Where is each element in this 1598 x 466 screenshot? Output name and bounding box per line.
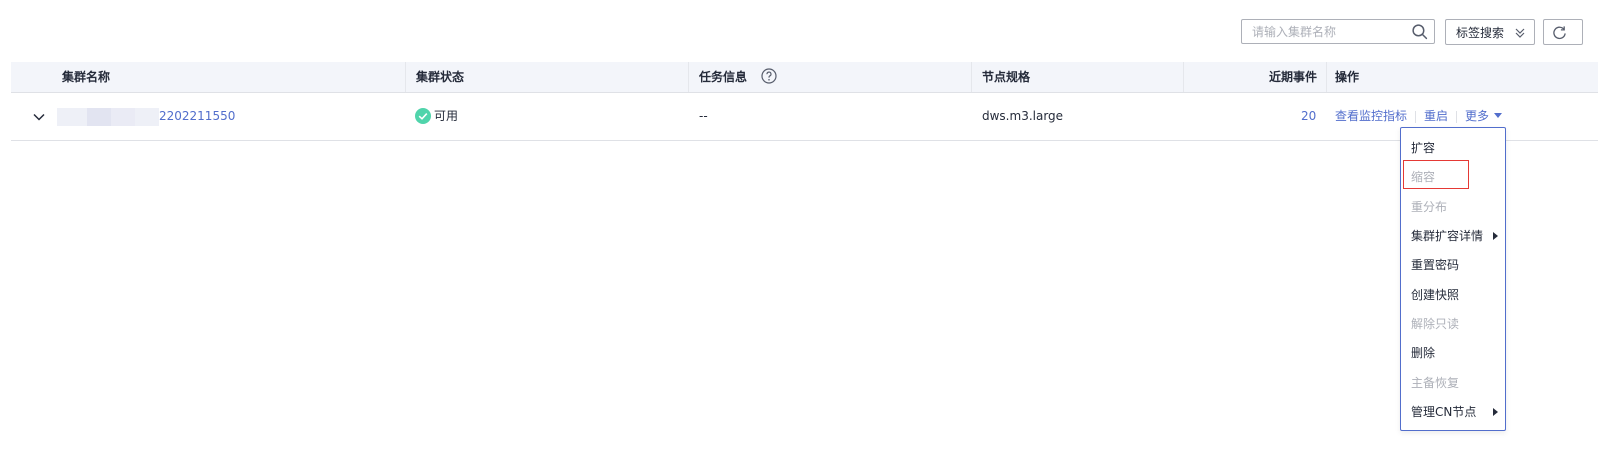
caret-down-icon [1494, 113, 1503, 118]
menu-item-label: 管理CN节点 [1411, 405, 1477, 419]
refresh-icon [1553, 26, 1566, 40]
tag-search-label: 标签搜索 [1456, 25, 1505, 40]
menu-item-scale-out-details[interactable]: 集群扩容详情 [1411, 225, 1498, 247]
col-recent-events: 近期事件 [1269, 70, 1318, 84]
menu-item-redistribute[interactable]: 重分布 [1411, 196, 1447, 218]
restart-link[interactable]: 重启 [1424, 109, 1448, 123]
menu-item-reset-password[interactable]: 重置密码 [1411, 254, 1459, 276]
highlight-annotation-box [1403, 160, 1469, 189]
menu-item-primary-standby-recovery[interactable]: 主备恢复 [1411, 372, 1459, 394]
help-icon[interactable] [761, 68, 777, 84]
check-circle-icon [415, 108, 431, 124]
view-monitor-link[interactable]: 查看监控指标 [1335, 109, 1407, 123]
col-cluster-name: 集群名称 [62, 70, 111, 84]
col-task-info-label: 任务信息 [699, 70, 748, 84]
node-spec-value: dws.m3.large [982, 109, 1064, 123]
menu-item-label: 主备恢复 [1411, 376, 1460, 390]
submenu-arrow-icon [1493, 232, 1498, 240]
menu-item-manage-cn-nodes[interactable]: 管理CN节点 [1411, 401, 1498, 423]
menu-item-cancel-readonly[interactable]: 解除只读 [1411, 313, 1459, 335]
cluster-search-box [1241, 19, 1435, 44]
col-cluster-status: 集群状态 [416, 70, 465, 84]
more-label: 更多 [1465, 109, 1490, 123]
chevron-down-icon[interactable] [32, 110, 46, 124]
menu-item-label: 删除 [1411, 346, 1436, 360]
more-menu-trigger[interactable]: 更多 [1465, 109, 1503, 123]
menu-item-scale-out[interactable]: 扩容 [1411, 137, 1435, 159]
task-info-value: -- [699, 109, 708, 123]
menu-item-label: 扩容 [1411, 141, 1436, 155]
menu-item-create-snapshot[interactable]: 创建快照 [1411, 284, 1459, 306]
table-row: 2202211550 可用 -- dws.m3.large 20 查看监控指标 重… [11, 93, 1598, 141]
masked-cluster-name [57, 108, 159, 126]
menu-item-label: 集群扩容详情 [1411, 229, 1484, 243]
cluster-search-input[interactable] [1242, 20, 1412, 43]
tag-search-button[interactable]: 标签搜索 [1445, 19, 1535, 45]
submenu-arrow-icon [1493, 408, 1498, 416]
col-node-spec: 节点规格 [982, 70, 1031, 84]
recent-events-link[interactable]: 20 [1301, 93, 1316, 140]
col-operations: 操作 [1335, 70, 1360, 84]
menu-item-label: 重置密码 [1411, 258, 1460, 272]
menu-item-label: 重分布 [1411, 200, 1448, 214]
refresh-button[interactable] [1543, 19, 1583, 45]
status-text: 可用 [434, 109, 459, 123]
col-task-info: 任务信息 [699, 62, 777, 92]
menu-item-label: 解除只读 [1411, 317, 1460, 331]
cluster-table: 集群名称 集群状态 任务信息 节点规格 近期事件 操作 2202211550 可… [11, 62, 1598, 141]
menu-item-delete[interactable]: 删除 [1411, 342, 1435, 364]
cluster-name-link[interactable]: 2202211550 [159, 93, 235, 140]
search-icon[interactable] [1411, 23, 1428, 40]
menu-item-label: 创建快照 [1411, 288, 1460, 302]
table-header: 集群名称 集群状态 任务信息 节点规格 近期事件 操作 [11, 62, 1598, 93]
double-chevron-down-icon [1515, 28, 1525, 38]
